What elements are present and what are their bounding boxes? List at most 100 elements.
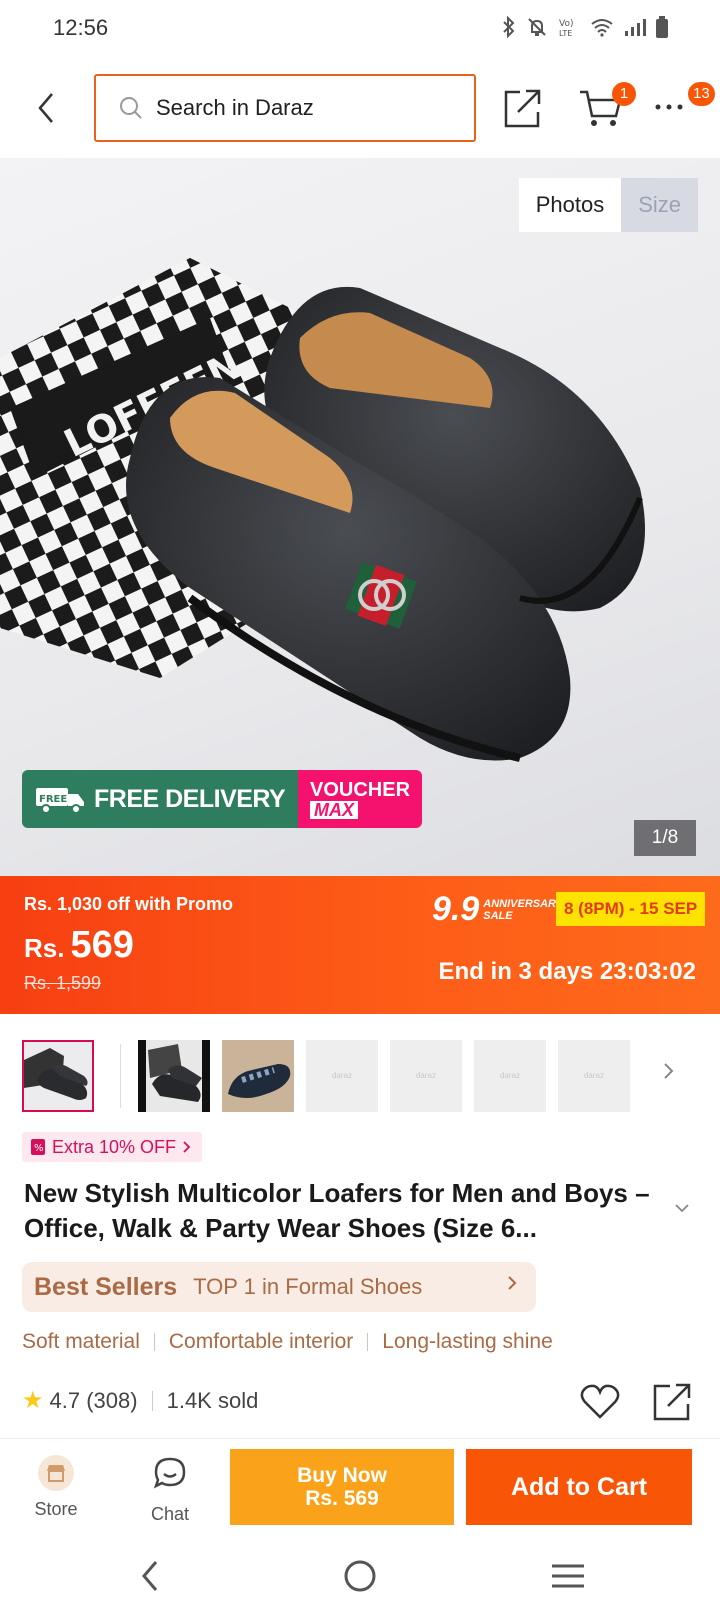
- thumbnail-placeholder: daraz: [499, 1071, 520, 1080]
- notification-count-badge: 13: [688, 82, 715, 106]
- share-icon: [504, 89, 541, 128]
- search-icon: [120, 97, 142, 119]
- thumbnail-image: [222, 1040, 294, 1112]
- thumbnail-1[interactable]: [22, 1040, 94, 1112]
- svg-text:FREE: FREE: [39, 794, 67, 805]
- back-button[interactable]: [30, 86, 66, 130]
- voucher-max-text: MAX: [310, 801, 358, 819]
- thumbnail-placeholder: daraz: [583, 1071, 604, 1080]
- photo-counter: 1/8: [634, 820, 696, 856]
- best-sellers-label: Best Sellers: [34, 1272, 178, 1301]
- thumbnail-image: [24, 1042, 92, 1110]
- best-sellers-banner[interactable]: Best Sellers TOP 1 in Formal Shoes: [22, 1262, 536, 1312]
- product-photo: LOFFEEN: [0, 258, 645, 762]
- thumbnail-divider: [120, 1044, 121, 1108]
- price-amount: 569: [70, 924, 134, 966]
- feature-item: Comfortable interior: [168, 1330, 354, 1353]
- tab-photos[interactable]: Photos: [518, 178, 622, 232]
- wishlist-button[interactable]: [580, 1384, 620, 1420]
- delivery-truck-icon: FREE: [36, 788, 84, 814]
- top-nav: Search in Daraz 1 13: [0, 58, 720, 158]
- rating-row[interactable]: ★ 4.7 (308) 1.4K sold: [22, 1386, 258, 1415]
- thumbnail-6[interactable]: daraz: [474, 1040, 546, 1112]
- chat-label: Chat: [150, 1504, 190, 1524]
- best-sellers-rank: TOP 1 in Formal Shoes: [193, 1274, 423, 1299]
- buy-now-price: Rs. 569: [305, 1487, 379, 1510]
- sale-countdown: End in 3 days 23:03:02: [438, 958, 696, 985]
- feature-item: Soft material: [22, 1330, 140, 1353]
- mute-icon: [526, 16, 548, 43]
- share-product-button[interactable]: [652, 1382, 692, 1422]
- sale-logo-number: 9.9: [432, 890, 480, 928]
- thumbnail-3[interactable]: [222, 1040, 294, 1112]
- expand-title-button[interactable]: [674, 1200, 690, 1218]
- chevron-right-icon: [506, 1274, 518, 1298]
- promo-banner: FREE FREE DELIVERY VOUCHER MAX: [22, 770, 422, 828]
- chat-button[interactable]: Chat: [134, 1455, 206, 1525]
- feature-item: Long-lasting shine: [382, 1330, 553, 1353]
- chevron-down-icon: [675, 1204, 689, 1213]
- svg-text:%: %: [34, 1143, 44, 1154]
- thumbnail-placeholder: daraz: [415, 1071, 436, 1080]
- voucher-max-badge: VOUCHER MAX: [298, 770, 422, 828]
- sale-dates-badge: 8 (8PM) - 15 SEP: [556, 892, 706, 926]
- thumbnail-5[interactable]: daraz: [390, 1040, 462, 1112]
- buy-now-label: Buy Now: [297, 1464, 387, 1487]
- extra-discount-tag[interactable]: % Extra 10% OFF: [22, 1132, 203, 1162]
- anniversary-sale-logo: 9.9 ANNIVERSARY SALE: [432, 890, 563, 929]
- system-navigation-bar: [0, 1542, 720, 1612]
- feature-divider: [367, 1333, 369, 1351]
- star-icon: ★: [22, 1387, 44, 1414]
- status-icons: Vo) LTE: [502, 15, 668, 43]
- add-to-cart-button[interactable]: Add to Cart: [466, 1449, 692, 1525]
- chevron-right-icon: [664, 1063, 674, 1079]
- status-time: 12:56: [53, 15, 109, 40]
- signal-icon: [624, 17, 646, 42]
- system-home-button[interactable]: [340, 1556, 380, 1596]
- heart-icon: [580, 1384, 620, 1419]
- chevron-right-icon: [183, 1141, 191, 1153]
- feature-divider: [153, 1333, 155, 1351]
- thumbnail-image: [138, 1040, 210, 1112]
- original-price: Rs. 1,599: [24, 973, 102, 993]
- share-icon: [653, 1383, 691, 1421]
- price-band: Rs. 1,030 off with Promo Rs. 569 Rs. 1,59…: [0, 876, 720, 1014]
- store-button[interactable]: Store: [20, 1455, 92, 1520]
- tab-size[interactable]: Size: [621, 178, 698, 232]
- volte-icon: Vo) LTE: [558, 16, 580, 43]
- search-input[interactable]: Search in Daraz: [94, 74, 476, 142]
- bottom-action-bar: Store Chat Buy Now Rs. 569 Add to Cart: [0, 1438, 720, 1542]
- voucher-text: VOUCHER: [310, 779, 411, 801]
- product-title: New Stylish Multicolor Loafers for Men a…: [24, 1178, 650, 1243]
- bluetooth-icon: [502, 15, 516, 43]
- thumbnail-4[interactable]: daraz: [306, 1040, 378, 1112]
- svg-text:Vo): Vo): [559, 19, 573, 29]
- system-menu-button[interactable]: [550, 1556, 586, 1596]
- chevron-left-icon: [38, 93, 53, 123]
- thumbnail-2[interactable]: [138, 1040, 210, 1112]
- wifi-icon: [590, 17, 614, 42]
- thumbnail-7[interactable]: daraz: [558, 1040, 630, 1112]
- product-features: Soft material Comfortable interior Long-…: [22, 1330, 553, 1354]
- extra-discount-text: Extra 10% OFF: [52, 1136, 177, 1157]
- more-menu-button[interactable]: [654, 98, 694, 118]
- thumbnail-placeholder: daraz: [331, 1071, 352, 1080]
- product-image-gallery[interactable]: LOFFEEN Photos Size FREE FREE DELIVERY: [0, 158, 720, 876]
- share-button[interactable]: [502, 86, 542, 130]
- svg-text:LTE: LTE: [559, 29, 572, 38]
- free-delivery-badge: FREE FREE DELIVERY: [22, 770, 298, 828]
- sold-count: 1.4K sold: [166, 1387, 259, 1413]
- search-placeholder: Search in Daraz: [156, 95, 314, 120]
- buy-now-button[interactable]: Buy Now Rs. 569: [230, 1449, 454, 1525]
- more-dots-icon: [655, 104, 683, 110]
- store-label: Store: [34, 1499, 78, 1519]
- rating-divider: [151, 1390, 153, 1411]
- chat-icon: [153, 1457, 186, 1489]
- store-icon: [38, 1455, 74, 1491]
- battery-icon: [656, 16, 668, 43]
- thumbnail-next-button[interactable]: [662, 1060, 676, 1088]
- promo-discount-text: Rs. 1,030 off with Promo: [24, 894, 234, 914]
- free-delivery-text: FREE DELIVERY: [94, 784, 286, 813]
- sale-logo-text: ANNIVERSARY SALE: [483, 897, 564, 922]
- system-back-button[interactable]: [136, 1556, 166, 1596]
